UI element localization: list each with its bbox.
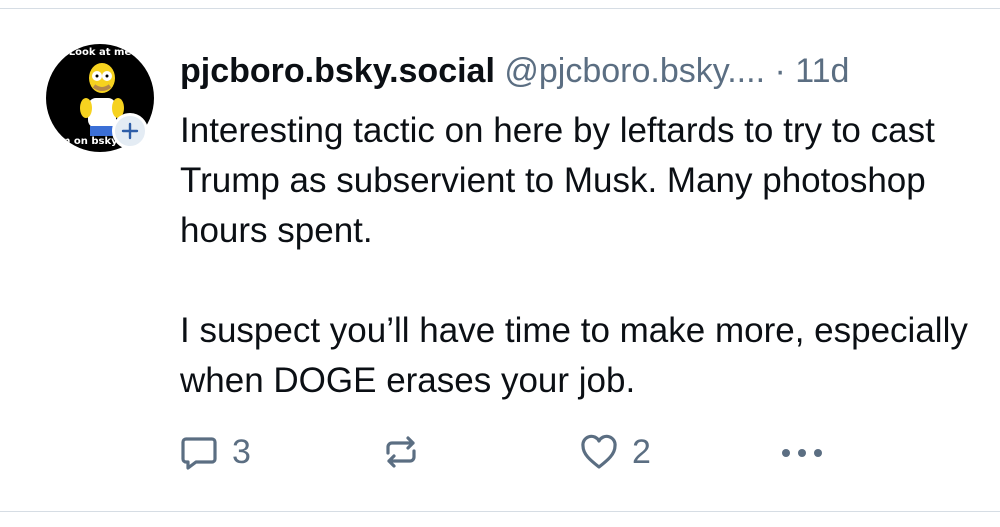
- avatar-bottom-text: m on bsky.: [60, 136, 121, 147]
- post-paragraph: Interesting tactic on here by leftards t…: [180, 111, 935, 250]
- avatar-top-text: Look at me: [68, 47, 132, 58]
- post-timestamp[interactable]: 11d: [795, 52, 849, 90]
- separator-dot: ·: [774, 52, 786, 90]
- post-header: pjcboro.bsky.social @pjcboro.bsky.... · …: [180, 46, 970, 96]
- follow-button[interactable]: [112, 113, 148, 149]
- more-options-button[interactable]: [778, 428, 826, 476]
- avatar-container[interactable]: Look at me m on bsky.: [46, 44, 154, 152]
- reply-icon: [181, 437, 217, 470]
- like-icon: [581, 434, 617, 469]
- post-body: Interesting tactic on here by leftards t…: [180, 106, 970, 406]
- repost-icon: [386, 436, 416, 468]
- post-actions-bar: 3 2: [0, 428, 1000, 476]
- more-icon: [782, 449, 822, 457]
- user-handle[interactable]: @pjcboro.bsky....: [504, 52, 765, 90]
- like-button[interactable]: 2: [578, 428, 651, 476]
- like-count: 2: [632, 432, 651, 471]
- bottom-divider: [0, 511, 1000, 527]
- display-name[interactable]: pjcboro.bsky.social: [180, 52, 495, 90]
- plus-icon: [121, 122, 139, 140]
- reply-count: 3: [232, 432, 251, 471]
- top-divider: [0, 0, 1000, 9]
- repost-button[interactable]: [380, 428, 422, 476]
- post-paragraph: I suspect you’ll have time to make more,…: [180, 311, 968, 400]
- reply-button[interactable]: 3: [178, 428, 251, 476]
